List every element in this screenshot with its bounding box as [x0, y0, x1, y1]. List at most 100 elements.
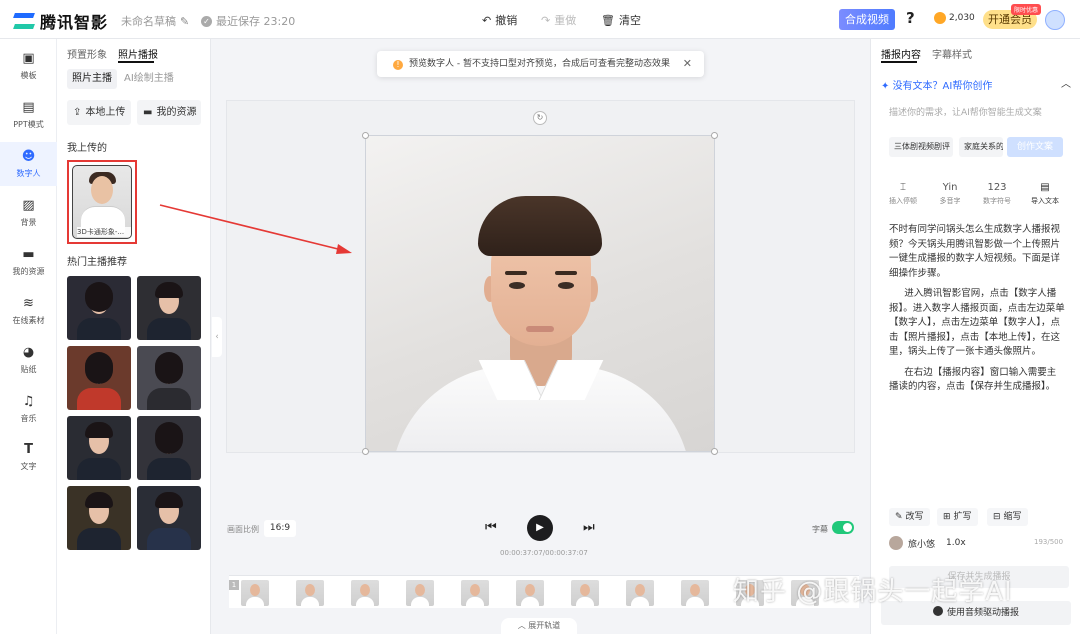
anchor-card[interactable]	[67, 486, 131, 550]
undo-button[interactable]: ↶ 撤销	[482, 12, 517, 28]
edit-pencil-icon[interactable]: ✎	[180, 15, 189, 28]
clear-label: 清空	[618, 14, 641, 27]
thumb-face	[91, 176, 113, 204]
nav-item-ppt[interactable]: ▤ PPT模式	[0, 98, 57, 136]
play-button[interactable]: ▶	[527, 515, 553, 541]
pause-marker-icon: ⌶	[900, 182, 906, 193]
import-text-tool[interactable]: ▤ 导入文本	[1023, 182, 1067, 206]
generate-copy-button[interactable]: 创作文案	[1007, 137, 1063, 157]
suggestion-chip[interactable]: 三体剧视频剧评	[889, 137, 953, 157]
subtab-ai-drawn-anchor[interactable]: AI绘制主播	[119, 69, 179, 89]
text-icon: T	[24, 442, 33, 457]
anchor-card[interactable]	[67, 416, 131, 480]
save-status: ✓ 最近保存 23:20	[201, 13, 295, 29]
tool-label: 多音字	[939, 197, 961, 205]
subtab-photo-anchor[interactable]: 照片主播	[67, 69, 117, 89]
script-paragraph: 在右边【播报内容】窗口输入需要主播读的内容，点击【保存并生成播报】。	[889, 366, 1057, 393]
polyphone-tool[interactable]: Yin 多音字	[928, 182, 972, 206]
nav-item-text[interactable]: T 文字	[0, 440, 57, 478]
anchor-card[interactable]	[67, 346, 131, 410]
clear-button[interactable]: 🗑 清空	[601, 12, 641, 28]
left-nav: ▣ 模板 ▤ PPT模式 ☻ 数字人 ▨ 背景 ▬ 我的资源 ≋ 在线素材 ◕ 贴纸 ♫ 音乐 …	[0, 39, 57, 634]
help-icon[interactable]: ?	[906, 9, 915, 27]
compose-video-button[interactable]: 合成视频	[839, 9, 895, 30]
nav-item-background[interactable]: ▨ 背景	[0, 196, 57, 234]
aspect-ratio-label: 画面比例	[227, 525, 259, 534]
anchor-card[interactable]	[137, 416, 201, 480]
redo-button[interactable]: ↷ 重做	[541, 12, 576, 28]
subtitle-toggle[interactable]	[832, 521, 854, 534]
nav-item-online-materials[interactable]: ≋ 在线素材	[0, 294, 57, 332]
draft-name[interactable]: 未命名草稿 ✎	[121, 13, 189, 29]
resize-handle-br[interactable]	[711, 448, 718, 455]
timeline-frame	[296, 580, 324, 606]
tab-broadcast-content[interactable]: 播报内容	[881, 46, 921, 61]
suggestion-chip[interactable]: 家庭关系的	[959, 137, 1003, 157]
rotate-icon[interactable]: ↻	[533, 111, 547, 125]
anchor-card[interactable]	[137, 346, 201, 410]
digital-human-icon: ☻	[21, 149, 36, 164]
timeline-frame	[241, 580, 269, 606]
tab-subtitle-style[interactable]: 字幕样式	[932, 46, 972, 61]
number-icon: 123	[987, 182, 1007, 193]
portrait-eye-right	[558, 282, 574, 289]
nav-label: 模板	[20, 71, 37, 80]
rewrite-button[interactable]: ✎ 改写	[889, 508, 930, 526]
watermark: 知乎 @跟锅头一起学AI	[733, 577, 1013, 607]
voice-selector[interactable]: 旅小悠 1.0x	[889, 536, 966, 550]
anchor-hair	[155, 352, 183, 384]
tab-photo-broadcast[interactable]: 照片播报	[118, 46, 158, 61]
local-upload-button[interactable]: ⇪ 本地上传	[67, 100, 131, 125]
nav-item-music[interactable]: ♫ 音乐	[0, 392, 57, 430]
anchor-card[interactable]	[67, 276, 131, 340]
tab-preset-avatar[interactable]: 预置形象	[67, 46, 107, 61]
uploaded-photo-card[interactable]: 3D卡通形象-...	[72, 165, 132, 239]
number-symbol-tool[interactable]: 123 数字符号	[975, 182, 1019, 206]
broadcast-script-editor[interactable]: 不时有同学问锅头怎么生成数字人播报视频？今天锅头用腾讯智影做一个上传照片一键生成…	[889, 223, 1065, 401]
anchor-card[interactable]	[137, 486, 201, 550]
ai-sparkle-icon: ✦	[881, 81, 893, 92]
resize-handle-tr[interactable]	[711, 132, 718, 139]
nav-item-template[interactable]: ▣ 模板	[0, 49, 57, 87]
nav-item-digital-human[interactable]: ☻ 数字人	[0, 142, 57, 186]
chevron-up-icon[interactable]: ︿	[1061, 75, 1071, 90]
shorten-button[interactable]: ⊟ 缩写	[987, 508, 1028, 526]
panel-collapse-handle[interactable]: ‹	[212, 317, 222, 357]
coin-balance[interactable]: 2,030	[934, 12, 975, 24]
nav-label: PPT模式	[13, 120, 44, 129]
nav-item-sticker[interactable]: ◕ 贴纸	[0, 343, 57, 381]
insert-pause-tool[interactable]: ⌶ 插入停顿	[881, 182, 925, 206]
sticker-icon: ◕	[22, 345, 35, 360]
aspect-ratio-select[interactable]: 16:9	[264, 520, 296, 537]
resize-handle-bl[interactable]	[362, 448, 369, 455]
expand-track-button[interactable]: ︿ 展开轨道	[501, 618, 577, 634]
ai-create-prompt[interactable]: ✦ 没有文本？AI帮你创作	[881, 77, 992, 92]
timeline-frame	[571, 580, 599, 606]
close-icon[interactable]: ✕	[683, 51, 692, 77]
anchor-card[interactable]	[137, 276, 201, 340]
nav-label: 音乐	[20, 414, 37, 423]
skip-forward-icon[interactable]: ⏭	[583, 520, 595, 535]
logo[interactable]: 腾讯智影	[14, 9, 108, 33]
polyphone-icon: Yin	[942, 182, 958, 193]
script-paragraph: 不时有同学问锅头怎么生成数字人播报视频？今天锅头用腾讯智影做一个上传照片一键生成…	[889, 224, 1061, 279]
uploaded-section-title: 我上传的	[67, 143, 107, 154]
portrait-brow-left	[505, 271, 527, 275]
timecode: 00:00:37:07/00:00:37:07	[500, 549, 588, 557]
skip-back-icon[interactable]: ⏮	[485, 520, 497, 535]
save-status-label: 最近保存 23:20	[216, 15, 296, 28]
expand-write-button[interactable]: ⊞ 扩写	[937, 508, 978, 526]
check-circle-icon: ✓	[201, 15, 212, 27]
track-index: 1	[229, 580, 239, 590]
resize-handle-tl[interactable]	[362, 132, 369, 139]
char-count: 193/500	[1034, 538, 1064, 546]
anchor-body	[77, 318, 121, 340]
anchor-hair	[155, 492, 183, 508]
digital-human-preview[interactable]	[365, 135, 715, 452]
user-avatar[interactable]	[1045, 10, 1065, 30]
anchor-body	[147, 318, 191, 340]
ai-requirement-input[interactable]: 描述你的需求，让AI帮你智能生成文案	[889, 105, 1042, 118]
nav-item-my-resources[interactable]: ▬ 我的资源	[0, 245, 57, 283]
my-resources-button[interactable]: ▬ 我的资源	[137, 100, 201, 125]
logo-icon	[14, 11, 34, 31]
